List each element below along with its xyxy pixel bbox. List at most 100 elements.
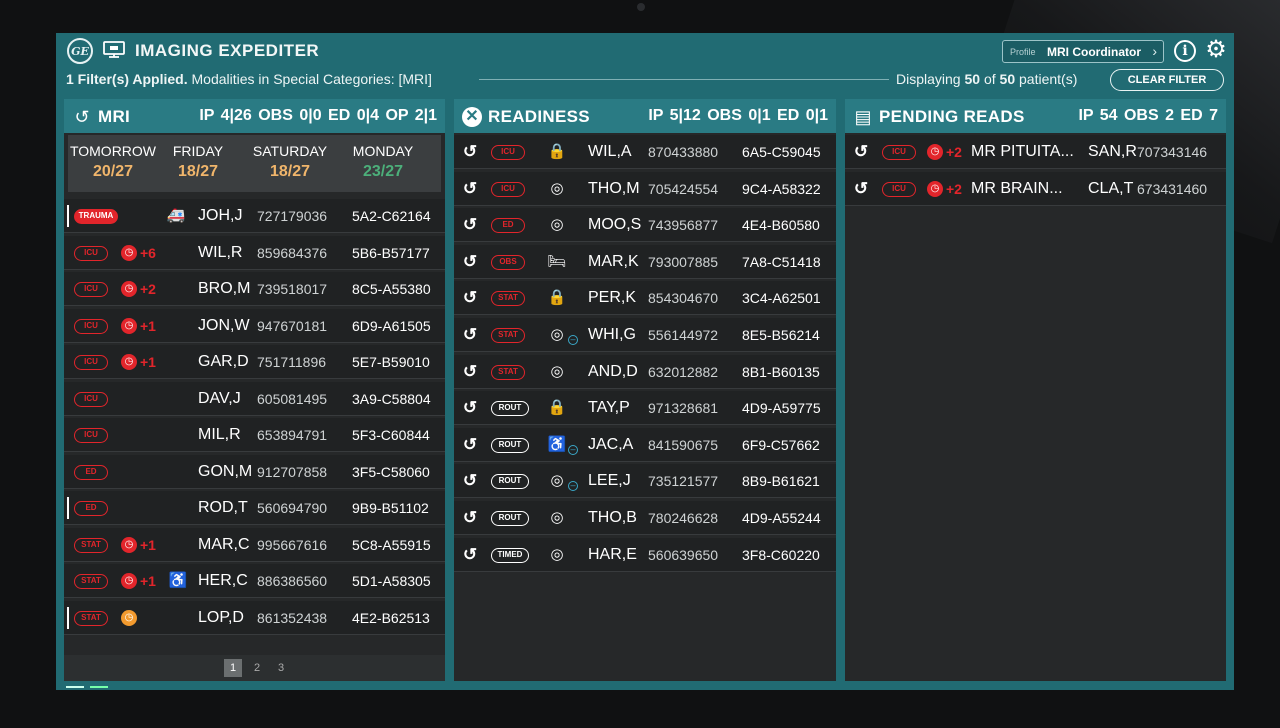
- day-label: MONDAY: [352, 143, 414, 159]
- day-capacity: 23/27: [362, 163, 404, 180]
- info-icon[interactable]: i: [1174, 40, 1196, 62]
- day-summary[interactable]: FRIDAY 18/27: [153, 143, 243, 181]
- day-summary[interactable]: MONDAY 23/27: [338, 143, 428, 181]
- patient-row[interactable]: ED GON,M 912707858 3F5-C58060: [64, 454, 445, 489]
- magnet-icon: ↺: [462, 508, 478, 527]
- patient-name: GAR,D: [198, 353, 249, 370]
- patient-name: LEE,J: [588, 472, 631, 490]
- patient-row[interactable]: ED ROD,T 560694790 9B9-B51102: [64, 491, 445, 525]
- row-indicator: [67, 497, 69, 519]
- patient-name: JON,W: [198, 316, 250, 334]
- accession-number: 3C4-A62501: [742, 290, 821, 307]
- readiness-row[interactable]: ↺ ROUT 🔒 TAY,P 971328681 4D9-A59775: [454, 391, 836, 426]
- priority-tag: ICU: [882, 181, 916, 197]
- readiness-row[interactable]: ↺ STAT ◎ – WHI,G 556144972 8E5-B56214: [454, 318, 836, 352]
- patient-row[interactable]: ICU ◷ +6 WIL,R 859684376 5B6-B57177: [64, 235, 445, 270]
- magnet-icon: ↺: [74, 107, 90, 127]
- page-button[interactable]: 1: [224, 659, 242, 677]
- accession-number: 7A8-C51418: [742, 253, 821, 270]
- accession-number: 4E4-B60580: [742, 217, 820, 234]
- priority-tag: ED: [74, 501, 108, 516]
- clock-icon: ◷: [121, 281, 137, 297]
- scanner-icon: ◎: [550, 545, 564, 563]
- patient-row[interactable]: ICU DAV,J 605081495 3A9-C58804: [64, 381, 445, 416]
- patient-name: JAC,A: [588, 435, 634, 453]
- scanner-icon: ◎: [550, 326, 564, 343]
- patient-row[interactable]: ICU ◷ +2 BRO,M 739518017 8C5-A55380: [64, 272, 445, 306]
- priority-tag: TIMED: [491, 547, 529, 563]
- accession-number: 5E7-B59010: [352, 354, 430, 370]
- readiness-row[interactable]: ↺ ROUT ♿ – JAC,A 841590675 6F9-C57662: [454, 427, 836, 462]
- readiness-panel: ✕ READINESS IP 5|12 OBS 0|1 ED 0|1 ↺ ICU 🔒…: [454, 99, 836, 681]
- readiness-row[interactable]: ↺ ICU 🔒 WIL,A 870433880 6A5-C59045: [454, 135, 836, 169]
- overdue-count: +6: [140, 244, 156, 261]
- magnet-icon: ↺: [462, 215, 478, 235]
- study-name: MR PITUITA...: [971, 143, 1074, 160]
- filter-divider: [479, 79, 889, 80]
- readiness-row[interactable]: ↺ TIMED ◎ HAR,E 560639650 3F8-C60220: [454, 537, 836, 572]
- patient-mrn: 727179036: [257, 208, 328, 224]
- readiness-row[interactable]: ↺ OBS 🛏 MAR,K 793007885 7A8-C51418: [454, 244, 836, 279]
- readiness-stats: IP 5|12 OBS 0|1 ED 0|1: [648, 107, 828, 124]
- priority-tag: ICU: [74, 318, 108, 334]
- priority-tag: ROUT: [491, 511, 529, 526]
- day-label: FRIDAY: [172, 143, 224, 159]
- lock-icon: 🔒: [547, 399, 567, 417]
- patient-mrn: 861352438: [257, 609, 328, 626]
- pending-row[interactable]: ↺ ICU ◷ +2 MR BRAIN... CLA,T 673431460: [845, 171, 1226, 206]
- readiness-row[interactable]: ↺ ED ◎ MOO,S 743956877 4E4-B60580: [454, 208, 836, 243]
- mri-stats: IP 4|26 OBS 0|0 ED 0|4 OP 2|1: [199, 107, 437, 124]
- profile-selector[interactable]: Profile MRI Coordinator ›: [1002, 40, 1164, 63]
- patient-mrn: 707343146: [1137, 144, 1208, 160]
- displaying-of: of: [983, 71, 996, 87]
- magnet-icon: ↺: [462, 251, 478, 271]
- day-summary[interactable]: TOMORROW 20/27: [68, 143, 158, 181]
- accession-number: 5D1-A58305: [352, 573, 431, 589]
- readiness-row[interactable]: ↺ STAT ◎ AND,D 632012882 8B1-B60135: [454, 354, 836, 389]
- patient-name: PER,K: [588, 289, 637, 307]
- patient-row[interactable]: ICU ◷ +1 GAR,D 751711896 5E7-B59010: [64, 345, 445, 379]
- readiness-row[interactable]: ↺ STAT 🔒 PER,K 854304670 3C4-A62501: [454, 281, 836, 316]
- clock-icon: ◷: [121, 244, 137, 261]
- page-button[interactable]: 3: [272, 659, 290, 677]
- overdue-count: +2: [946, 144, 962, 160]
- page-button[interactable]: 2: [248, 659, 266, 677]
- wheelchair-icon: ♿: [547, 435, 567, 453]
- clear-filter-button[interactable]: CLEAR FILTER: [1110, 69, 1224, 91]
- patient-mrn: 673431460: [1137, 180, 1208, 197]
- readiness-row[interactable]: ↺ ICU ◎ THO,M 705424554 9C4-A58322: [454, 171, 836, 206]
- patient-mrn: 560639650: [648, 546, 719, 563]
- readiness-row[interactable]: ↺ ROUT ◎ THO,B 780246628 4D9-A55244: [454, 501, 836, 535]
- clock-icon: ◷: [121, 573, 137, 589]
- patient-row[interactable]: ICU ◷ +1 JON,W 947670181 6D9-A61505: [64, 308, 445, 343]
- patient-row[interactable]: ICU MIL,R 653894791 5F3-C60844: [64, 418, 445, 452]
- patient-row[interactable]: STAT ◷ +1 MAR,C 995667616 5C8-A55915: [64, 527, 445, 562]
- lock-icon: 🔒: [547, 143, 567, 160]
- priority-tag: STAT: [491, 364, 525, 380]
- accession-number: 5C8-A55915: [352, 536, 431, 553]
- displaying-suffix: patient(s): [1019, 71, 1078, 87]
- gear-icon[interactable]: ⚙: [1204, 38, 1228, 62]
- accession-number: 5B6-B57177: [352, 244, 430, 261]
- patient-row[interactable]: TRAUMA 🚑 JOH,J 727179036 5A2-C62164: [64, 199, 445, 233]
- readiness-row[interactable]: ↺ ROUT ◎ – LEE,J 735121577 8B9-B61621: [454, 464, 836, 499]
- clock-icon: ◷: [121, 354, 137, 370]
- mri-title: MRI: [98, 107, 131, 126]
- accession-number: 6A5-C59045: [742, 144, 821, 160]
- pending-reads-panel: ▤ PENDING READS IP 54 OBS 2 ED 7 ↺ ICU ◷ +2…: [845, 99, 1226, 681]
- patient-mrn: 556144972: [648, 327, 719, 343]
- patient-name: MOO,S: [588, 216, 642, 234]
- pending-row[interactable]: ↺ ICU ◷ +2 MR PITUITA... SAN,R 707343146: [845, 135, 1226, 169]
- patient-row[interactable]: STAT ◷ +1 ♿ HER,C 886386560 5D1-A58305: [64, 564, 445, 598]
- patient-mrn: 751711896: [257, 354, 327, 370]
- magnet-icon: ↺: [462, 178, 478, 198]
- day-summary[interactable]: SATURDAY 18/27: [245, 143, 335, 181]
- filter-description: Modalities in Special Categories: [MRI]: [191, 71, 432, 87]
- priority-tag: STAT: [491, 328, 525, 343]
- scanner-icon: ◎: [550, 472, 564, 490]
- patient-mrn: 947670181: [257, 317, 328, 334]
- patient-row[interactable]: STAT ◷ LOP,D 861352438 4E2-B62513: [64, 600, 445, 635]
- app-header: GE IMAGING EXPEDITER Profile MRI Coordin…: [56, 33, 1234, 95]
- scroll-indicator-2: [90, 686, 108, 688]
- pending-stats: IP 54 OBS 2 ED 7: [1078, 107, 1218, 124]
